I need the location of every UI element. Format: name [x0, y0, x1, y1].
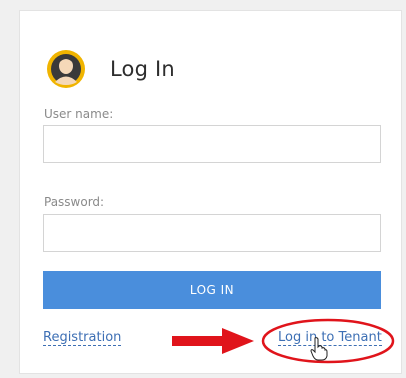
page-title: Log In: [110, 57, 175, 81]
password-label: Password:: [44, 195, 105, 209]
page: Log In User name: Password: LOG IN Regis…: [0, 0, 406, 378]
hand-pointer-icon: [310, 337, 328, 361]
tenant-login-link[interactable]: Log in to Tenant: [278, 330, 382, 346]
password-input[interactable]: [43, 214, 381, 252]
login-card: Log In User name: Password: LOG IN Regis…: [19, 10, 402, 374]
login-button[interactable]: LOG IN: [43, 271, 381, 309]
username-input[interactable]: [43, 125, 381, 163]
right-arrow-icon: [172, 328, 254, 354]
registration-link[interactable]: Registration: [43, 330, 122, 346]
username-label: User name:: [44, 107, 114, 121]
login-header: Log In: [46, 49, 175, 89]
user-avatar-icon: [47, 50, 85, 88]
